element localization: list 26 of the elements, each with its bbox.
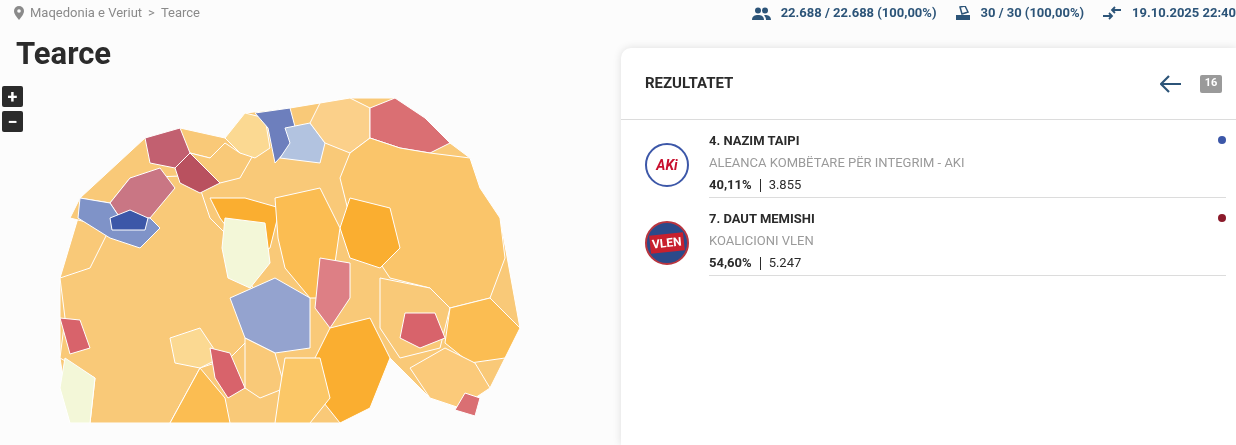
stat-text: 22.688 / 22.688 (100,00%) (780, 4, 937, 23)
ballot-box-icon (954, 5, 971, 21)
breadcrumb-separator: > (148, 4, 155, 23)
location-pin-icon (14, 6, 24, 20)
zoom-out-button[interactable]: − (2, 111, 23, 132)
vote-percent: 40,11% (708, 176, 752, 194)
party-logo: AKi (644, 143, 689, 187)
vote-count: 5.247 (768, 254, 802, 272)
party-name: ALEANCA KOMBËTARE PËR INTEGRIM - AKI (708, 154, 965, 172)
stat-text: 19.10.2025 22:40 (1132, 4, 1236, 23)
breadcrumb-link[interactable]: Maqedonia e Veriut (30, 3, 143, 23)
vote-count: 3.855 (768, 176, 802, 194)
panel-title: REZULTATET (644, 73, 734, 95)
party-logo: VLEN (644, 221, 689, 265)
candidate-name: 7. DAUT MEMISHI (708, 210, 815, 228)
folder-count-badge[interactable]: 16 (1200, 74, 1222, 93)
candidate-name: 4. NAZIM TAIPI (708, 132, 800, 150)
people-icon (751, 6, 771, 20)
page-title: Tearce (16, 34, 112, 74)
vote-percent: 54,60% (708, 254, 752, 272)
breadcrumb-link[interactable]: Tearce (160, 3, 200, 23)
stat-text: 30 / 30 (100,00%) (980, 4, 1085, 23)
zoom-in-button[interactable]: + (2, 86, 23, 107)
party-name: KOALICIONI VLEN (708, 232, 814, 250)
compare-arrows-icon (1102, 6, 1123, 20)
back-arrow-icon[interactable] (1160, 74, 1182, 93)
